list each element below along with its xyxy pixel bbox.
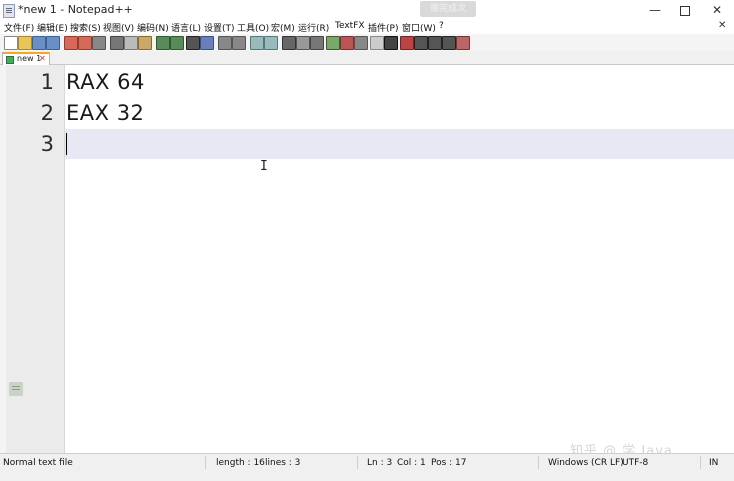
title-badge: 赠完成次 (420, 1, 476, 17)
close-document-icon[interactable]: ✕ (718, 20, 726, 31)
record-macro-icon[interactable] (400, 36, 414, 50)
undo-icon[interactable] (156, 36, 170, 50)
toolbar (0, 34, 734, 52)
function-list-icon[interactable] (354, 36, 368, 50)
zoom-in-icon[interactable] (218, 36, 232, 50)
maximize-icon (680, 5, 690, 16)
window-title: *new 1 - Notepad++ (18, 3, 133, 16)
status-encoding[interactable]: UTF-8 (622, 458, 648, 468)
monitoring-icon[interactable] (384, 36, 398, 50)
menu-file[interactable]: 文件(F) (4, 21, 34, 34)
menu-run[interactable]: 运行(R) (298, 21, 329, 34)
close-all-icon[interactable] (78, 36, 92, 50)
menu-edit[interactable]: 编辑(E) (37, 21, 68, 34)
menu-help[interactable]: ? (439, 21, 444, 31)
copy-icon[interactable] (124, 36, 138, 50)
maximize-button[interactable] (668, 1, 702, 19)
line-number-gutter: 1 2 3 (0, 65, 65, 453)
line-number: 2 (40, 101, 54, 125)
line-number: 3 (40, 132, 54, 156)
status-divider (205, 456, 206, 469)
menu-view[interactable]: 视图(V) (103, 21, 134, 34)
zoom-out-icon[interactable] (232, 36, 246, 50)
status-insert-mode: IN (709, 458, 719, 468)
redo-icon[interactable] (170, 36, 184, 50)
title-bar: *new 1 - Notepad++ 赠完成次 — ✕ (0, 0, 734, 20)
save-icon[interactable] (32, 36, 46, 50)
open-file-icon[interactable] (18, 36, 32, 50)
menu-bar: 文件(F) 编辑(E) 搜索(S) 视图(V) 编码(N) 语言(L) 设置(T… (0, 20, 734, 34)
menu-encoding[interactable]: 编码(N) (137, 21, 169, 34)
show-all-chars-icon[interactable] (296, 36, 310, 50)
menu-macro[interactable]: 宏(M) (271, 21, 295, 34)
status-divider (538, 456, 539, 469)
status-lines: lines : 3 (265, 458, 301, 468)
menu-plugins[interactable]: 插件(P) (368, 21, 398, 34)
sync-vertical-icon[interactable] (250, 36, 264, 50)
tab-close-icon[interactable]: ✕ (39, 53, 46, 65)
play-macro-icon[interactable] (428, 36, 442, 50)
ibeam-cursor-icon: I (260, 159, 268, 174)
language-icon[interactable] (326, 36, 340, 50)
unsaved-file-icon (6, 56, 14, 64)
status-divider (357, 456, 358, 469)
run-macro-multiple-icon[interactable] (442, 36, 456, 50)
find-icon[interactable] (186, 36, 200, 50)
new-file-icon[interactable] (4, 36, 18, 50)
code-line[interactable]: RAX 64 (66, 70, 145, 94)
text-caret (66, 133, 67, 155)
word-wrap-icon[interactable] (282, 36, 296, 50)
close-file-icon[interactable] (64, 36, 78, 50)
close-window-button[interactable]: ✕ (700, 1, 734, 19)
doc-map-icon[interactable] (340, 36, 354, 50)
tab-bar: new 1 ✕ (0, 51, 734, 65)
editor-area[interactable]: 1 2 3 RAX 64 EAX 32 I (0, 65, 734, 453)
code-line[interactable]: EAX 32 (66, 101, 144, 125)
menu-textfx[interactable]: TextFX (335, 21, 365, 31)
cut-icon[interactable] (110, 36, 124, 50)
print-icon[interactable] (92, 36, 106, 50)
status-divider (700, 456, 701, 469)
fold-marker-icon[interactable] (9, 382, 23, 396)
save-all-icon[interactable] (46, 36, 60, 50)
stop-macro-icon[interactable] (414, 36, 428, 50)
sync-horizontal-icon[interactable] (264, 36, 278, 50)
line-number: 1 (40, 70, 54, 94)
menu-window[interactable]: 窗口(W) (402, 21, 436, 34)
status-file-type: Normal text file (3, 458, 73, 468)
replace-icon[interactable] (200, 36, 214, 50)
notepad-app-icon (3, 4, 15, 18)
paste-icon[interactable] (138, 36, 152, 50)
save-macro-icon[interactable] (456, 36, 470, 50)
status-pos: Pos : 17 (431, 458, 467, 468)
status-bar: Normal text file length : 16 lines : 3 L… (0, 453, 734, 481)
tab-label: new 1 (17, 54, 42, 63)
menu-language[interactable]: 语言(L) (171, 21, 201, 34)
status-eol[interactable]: Windows (CR LF) (548, 458, 624, 468)
status-ln: Ln : 3 (367, 458, 393, 468)
fold-margin (0, 65, 6, 453)
minimize-button[interactable]: — (638, 1, 672, 19)
status-length: length : 16 (216, 458, 265, 468)
menu-settings[interactable]: 设置(T) (204, 21, 235, 34)
menu-search[interactable]: 搜索(S) (70, 21, 101, 34)
folder-workspace-icon[interactable] (370, 36, 384, 50)
menu-tools[interactable]: 工具(O) (237, 21, 269, 34)
indent-guide-icon[interactable] (310, 36, 324, 50)
tab-new-1[interactable]: new 1 ✕ (2, 52, 50, 65)
current-line-highlight (65, 129, 734, 159)
status-col: Col : 1 (397, 458, 426, 468)
